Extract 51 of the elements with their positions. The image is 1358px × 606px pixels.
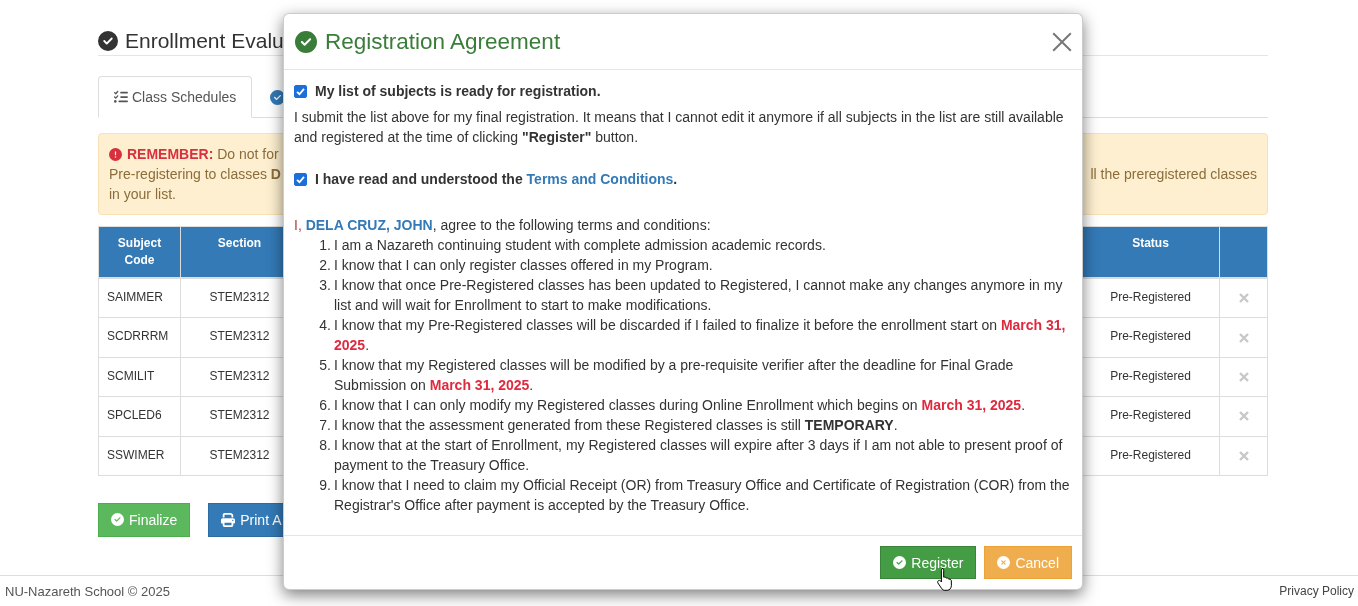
term-text: I know that at the start of Enrollment, my Registered classes will expire after 3 days if I am not able to present proof of payment to the Treasury Office. — [334, 436, 1064, 475]
term-text: I know that I can only modify my Registered classes during Online Enrollment which begins on March 31, 2025. — [334, 396, 1026, 415]
list-number: 7. — [318, 416, 332, 435]
close-icon — [1051, 30, 1073, 53]
checkbox[interactable] — [294, 172, 307, 186]
action-button[interactable]: Finalize — [98, 502, 191, 537]
remove-icon — [1238, 293, 1249, 304]
table-cell: SCMILIT — [99, 357, 181, 398]
checkbox[interactable] — [294, 84, 307, 98]
table-cell: SSWIMER — [99, 436, 181, 476]
column-header: Subject Code — [99, 227, 181, 279]
modal-title: Registration Agreement — [325, 28, 561, 55]
checkbox-label: My list of subjects is ready for registration. — [315, 82, 601, 101]
copyright-text: NU-Nazareth School © 2025 — [5, 583, 170, 599]
printer-icon — [221, 512, 236, 527]
column-header: Status — [1082, 227, 1220, 279]
term-text: I know that once Pre-Registered classes has been updated to Registered, I cannot make any changes anymore in my list and will wait for Enrollment to start to make modifications. — [334, 276, 1064, 315]
list-number: 6. — [318, 396, 332, 415]
remove-icon — [1238, 450, 1249, 461]
remove-icon — [1238, 371, 1249, 382]
term-text: I know that my Pre-Registered classes will be discarded if I failed to finalize it before the enrollment start on March 31, 2025. — [334, 316, 1067, 355]
term-text: I know that I can only register classes offered in my Program. — [334, 256, 713, 275]
list-number: 8. — [318, 436, 332, 455]
alert-text: Pre-registering to classes D — [109, 165, 281, 184]
list-number: 1. — [318, 236, 332, 255]
privacy-policy-link[interactable]: Privacy Policy — [1279, 584, 1354, 598]
checkbox-label: I have read and understood the Terms and Conditions. — [315, 170, 678, 189]
alert-text: REMEMBER: Do not for — [127, 145, 279, 164]
dialog-button[interactable]: Register — [880, 546, 977, 579]
list-number: 9. — [318, 476, 332, 495]
terms-link[interactable]: Terms and Conditions — [526, 171, 674, 187]
page-title: Enrollment Evalu — [125, 29, 284, 53]
tab[interactable]: Class Schedules — [98, 76, 253, 118]
remove-icon — [1238, 411, 1249, 422]
table-cell: SPCLED6 — [99, 397, 181, 437]
term-text: I know that the assessment generated from these Registered classes is still TEMPORARY. — [334, 416, 898, 435]
table-cell: SCDRRRM — [99, 318, 181, 358]
remove-icon — [1238, 332, 1249, 343]
list-number: 3. — [318, 276, 332, 295]
term-text: I am a Nazareth continuing student with complete admission academic records. — [334, 236, 826, 255]
alert-text: ll the preregistered classes — [1090, 165, 1257, 184]
list-number: 5. — [318, 356, 332, 375]
term-text: I know that my Registered classes will be modified by a pre-requisite verifier after the deadline for Final Grade Submission on March 31, 2025. — [334, 356, 1015, 395]
close-button[interactable] — [1051, 30, 1073, 53]
description-text: I submit the list above for my final registration. It means that I cannot edit it anymore if all subjects in the list are still available and registered at the time of clicking "Register" button. — [294, 108, 1065, 147]
alert-text: in your list. — [109, 185, 176, 204]
term-text: I know that I need to claim my Official Receipt (OR) from Treasury Office and Certificate of Registration (COR) from the Registrar's Office after payment is accepted by the Treasury Office. — [334, 476, 1071, 515]
list-check-icon — [114, 90, 128, 104]
list-number: 4. — [318, 316, 332, 335]
list-number: 2. — [318, 256, 332, 275]
table-cell: SAIMMER — [99, 279, 181, 319]
